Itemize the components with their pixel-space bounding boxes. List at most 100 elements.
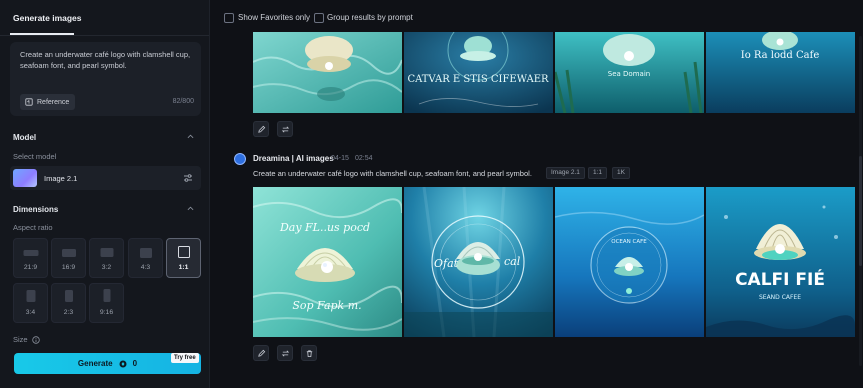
ratio-shape xyxy=(61,249,76,257)
ratio-shape xyxy=(23,250,38,256)
ratio-shape xyxy=(64,290,73,302)
prompt-input[interactable]: Create an underwater café logo with clam… xyxy=(10,42,201,116)
image-text: CATVAR E STIS CIFEWAER xyxy=(407,74,549,85)
ratio-tag: 1:1 xyxy=(588,167,608,179)
dreamina-logo xyxy=(234,153,246,165)
model-selector[interactable]: Image 2.1 xyxy=(10,166,201,190)
generated-image[interactable]: Sea Domain xyxy=(555,32,704,113)
image-text: cal xyxy=(504,255,521,268)
image-content: Io Ra lodd Cafe xyxy=(706,32,855,113)
ratio-3-2[interactable]: 3:2 xyxy=(89,238,124,278)
image-text: Ofat xyxy=(434,257,459,270)
reference-button[interactable]: Reference xyxy=(20,94,76,110)
generation-prompt[interactable]: Create an underwater café logo with clam… xyxy=(253,169,532,178)
pencil-icon xyxy=(258,125,266,133)
model-tag: Image 2.1 xyxy=(546,167,585,179)
model-section-title: Model xyxy=(13,133,37,142)
model-name: Image 2.1 xyxy=(44,174,78,183)
ratio-label: 4:3 xyxy=(140,264,151,271)
ratio-label: 1:1 xyxy=(178,264,189,271)
tab-bar: Generate images xyxy=(0,0,209,36)
results-toolbar: Show Favorites only Group results by pro… xyxy=(211,0,863,32)
image-reference-icon xyxy=(25,98,33,106)
ratio-label: 21:9 xyxy=(23,264,38,271)
image-content: Ofat cal xyxy=(404,187,553,337)
ratio-21-9[interactable]: 21:9 xyxy=(13,238,48,278)
chevron-up-icon[interactable] xyxy=(187,205,194,212)
credit-icon xyxy=(119,360,127,367)
ratio-label: 3:4 xyxy=(25,309,36,316)
ratio-4-3[interactable]: 4:3 xyxy=(128,238,163,278)
author-name: Dreamina | AI images xyxy=(253,154,334,163)
tab-generate-images[interactable]: Generate images xyxy=(13,13,82,23)
generated-image[interactable]: OCEAN CAFE xyxy=(555,187,704,337)
ratio-3-4[interactable]: 3:4 xyxy=(13,283,48,323)
ratio-label: 2:3 xyxy=(63,309,74,316)
edit-button[interactable] xyxy=(253,345,269,361)
generated-image[interactable]: Ofat cal xyxy=(404,187,553,337)
image-text: SEAND CAFEE xyxy=(759,294,801,301)
dimensions-section-title: Dimensions xyxy=(13,205,59,214)
regenerate-button[interactable] xyxy=(277,345,293,361)
tab-active-indicator xyxy=(10,33,74,35)
ratio-shape xyxy=(177,246,190,258)
regenerate-icon xyxy=(281,126,290,133)
show-favorites-checkbox[interactable] xyxy=(224,13,234,23)
group-results-label[interactable]: Group results by prompt xyxy=(327,13,413,22)
regenerate-icon xyxy=(281,350,290,357)
generated-image[interactable]: Day FL..us pocd Sop Fapk m. xyxy=(253,187,402,337)
ratio-shape xyxy=(103,289,110,302)
generated-image[interactable]: CATVAR E STIS CIFEWAER xyxy=(404,32,553,113)
generate-label: Generate xyxy=(77,359,113,368)
prompt-text[interactable]: Create an underwater café logo with clam… xyxy=(20,50,192,71)
resolution-tag: 1K xyxy=(612,167,630,179)
edit-button[interactable] xyxy=(253,121,269,137)
image-text: CALFI FIÉ xyxy=(735,268,825,290)
image-text: Sop Fapk m. xyxy=(292,299,361,312)
image-content: CATVAR E STIS CIFEWAER xyxy=(404,32,553,113)
image-text: Io Ra lodd Cafe xyxy=(741,50,820,61)
ratio-1-1[interactable]: 1:1 xyxy=(166,238,201,278)
aspect-ratio-label: Aspect ratio xyxy=(13,223,53,232)
ratio-label: 9:16 xyxy=(99,309,114,316)
model-thumbnail xyxy=(13,169,37,187)
chevron-up-icon[interactable] xyxy=(187,133,194,140)
select-model-label: Select model xyxy=(13,152,57,161)
char-count: 82/800 xyxy=(172,98,194,105)
image-text: Sea Domain xyxy=(608,70,650,78)
generation-date: 04-15 xyxy=(331,155,349,162)
ratio-9-16[interactable]: 9:16 xyxy=(89,283,124,323)
generated-image[interactable]: CALFI FIÉ SEAND CAFEE xyxy=(706,187,855,337)
results-area: Show Favorites only Group results by pro… xyxy=(211,0,863,388)
info-icon[interactable] xyxy=(31,335,40,344)
ratio-shape xyxy=(100,248,113,257)
group-results-checkbox[interactable] xyxy=(314,13,324,23)
generated-image[interactable]: Io Ra lodd Cafe xyxy=(706,32,855,113)
sliders-icon[interactable] xyxy=(183,173,193,183)
try-free-badge: Try free xyxy=(171,353,199,363)
trash-icon xyxy=(306,350,313,358)
image-text: OCEAN CAFE xyxy=(611,239,647,245)
size-label-text: Size xyxy=(13,335,28,344)
image-content: Day FL..us pocd Sop Fapk m. xyxy=(253,187,402,337)
ratio-16-9[interactable]: 16:9 xyxy=(51,238,86,278)
image-content: Sea Domain xyxy=(555,32,704,113)
show-favorites-label[interactable]: Show Favorites only xyxy=(238,13,310,22)
ratio-shape xyxy=(26,290,35,302)
image-content: OCEAN CAFE xyxy=(555,187,704,337)
ratio-2-3[interactable]: 2:3 xyxy=(51,283,86,323)
delete-button[interactable] xyxy=(301,345,317,361)
ratio-label: 16:9 xyxy=(61,264,76,271)
image-content xyxy=(253,32,402,113)
generate-cost: 0 xyxy=(132,359,138,368)
generated-image[interactable] xyxy=(253,32,402,113)
image-content: CALFI FIÉ SEAND CAFEE xyxy=(706,187,855,337)
generation-time: 02:54 xyxy=(355,155,373,162)
scrollbar[interactable] xyxy=(859,36,862,366)
left-panel: Generate images Create an underwater caf… xyxy=(0,0,210,388)
ratio-label: 3:2 xyxy=(101,264,112,271)
image-text: Day FL..us pocd xyxy=(279,221,370,234)
size-label: Size xyxy=(13,335,40,344)
regenerate-button[interactable] xyxy=(277,121,293,137)
ratio-shape xyxy=(139,248,152,258)
